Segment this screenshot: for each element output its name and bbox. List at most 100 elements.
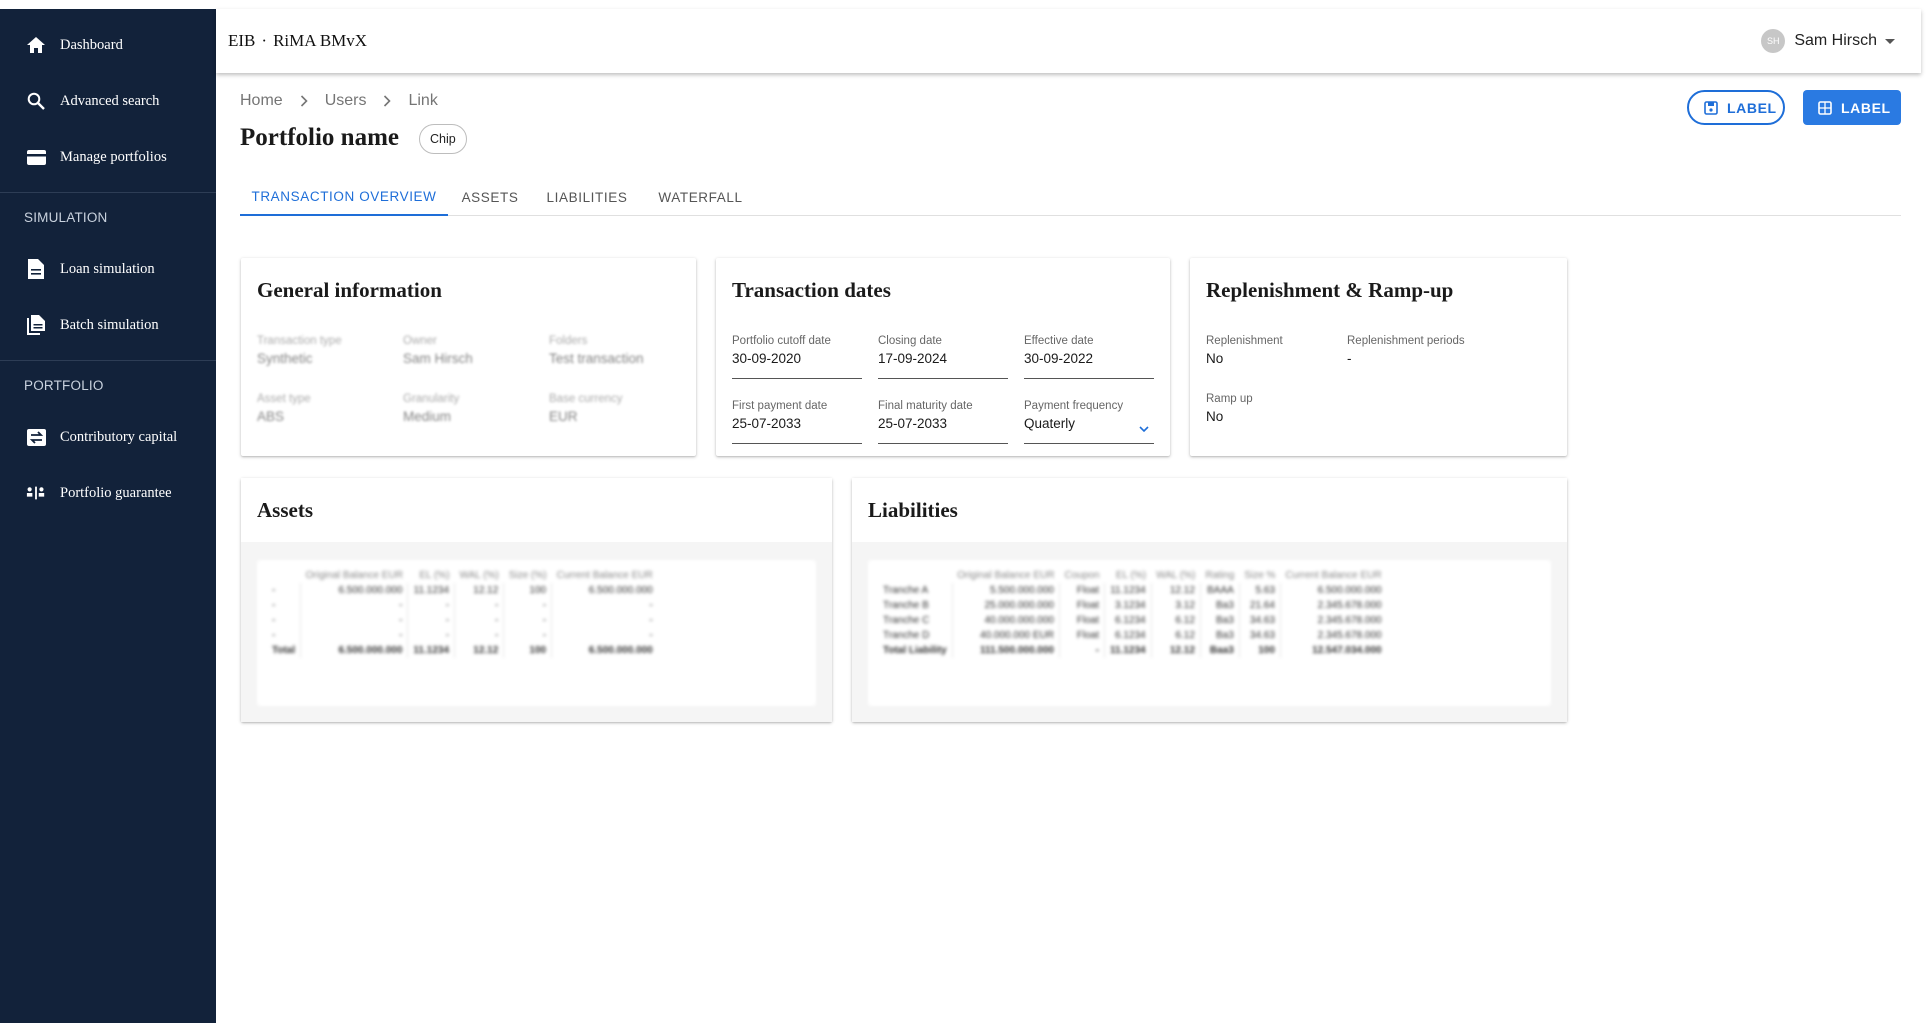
- table-row: Tranche A 5.500.000.000 Float 11.1234 12.12 B…: [878, 583, 1387, 598]
- chevron-down-icon: [1885, 38, 1895, 44]
- sidebar: Dashboard Advanced search Manage portfol…: [0, 9, 216, 1023]
- breadcrumb-link[interactable]: Link: [408, 92, 437, 110]
- field-asset-type: Asset type ABS: [257, 393, 311, 424]
- table-cell: -: [503, 628, 552, 643]
- table-cell: 11.1234: [407, 643, 455, 658]
- transaction-dates-card: Transaction dates Portfolio cutoff date …: [716, 258, 1170, 456]
- table-cell: 40.000.000 EUR: [951, 628, 1060, 643]
- assets-card: Assets Original Balance EUR EL (%) WAL (%)…: [241, 478, 832, 722]
- table-cell: 100: [1238, 643, 1281, 658]
- breadcrumb-users[interactable]: Users: [325, 92, 367, 110]
- table-row: ------: [267, 628, 658, 643]
- liabilities-table-grid: Original Balance EUR Coupon EL (%) WAL (%) R…: [878, 568, 1387, 658]
- sidebar-item-batch-simulation[interactable]: Batch simulation: [0, 303, 216, 347]
- field-owner: Owner Sam Hirsch: [403, 335, 473, 366]
- table-row: Tranche D 40.000.000 EUR Float 6.1234 6.12 Ba…: [878, 628, 1387, 643]
- table-cell: 34.63: [1238, 628, 1281, 643]
- table-cell: 12.12: [454, 583, 504, 598]
- table-cell: -: [300, 598, 408, 613]
- table-cell: 21.64: [1238, 598, 1281, 613]
- column-header: Original Balance EUR: [305, 570, 403, 581]
- sidebar-item-portfolio-guarantee[interactable]: Portfolio guarantee: [0, 471, 216, 515]
- table-cell: 6.12: [1150, 613, 1201, 628]
- sidebar-item-manage-portfolios[interactable]: Manage portfolios: [0, 135, 216, 179]
- field-value: -: [1347, 351, 1352, 366]
- first-payment-date-field[interactable]: First payment date 25-07-2033: [732, 400, 862, 444]
- table-cell: 2.345.678.000: [1279, 598, 1387, 613]
- page-title: Portfolio name: [240, 124, 399, 151]
- table-cell: Total: [272, 645, 296, 656]
- wallet-icon: [26, 147, 46, 167]
- table-cell: 100: [503, 583, 552, 598]
- field-replenishment: Replenishment No: [1206, 335, 1283, 366]
- effective-date-field[interactable]: Effective date 30-09-2022: [1024, 335, 1154, 379]
- sidebar-item-label: Dashboard: [60, 36, 123, 53]
- sidebar-item-dashboard[interactable]: Dashboard: [0, 23, 216, 67]
- table-row: Tranche B 25.000.000.000 Float 3.1234 3.12 Ba…: [878, 598, 1387, 613]
- field-label: Granularity: [403, 393, 460, 405]
- tab-liabilities[interactable]: LIABILITIES: [532, 178, 642, 216]
- closing-date-field[interactable]: Closing date 17-09-2024: [878, 335, 1008, 379]
- chip[interactable]: Chip: [419, 124, 467, 154]
- home-icon: [26, 35, 46, 55]
- table-cell: -: [503, 613, 552, 628]
- table-cell: -: [454, 613, 504, 628]
- tab-transaction-overview[interactable]: TRANSACTION OVERVIEW: [240, 178, 448, 216]
- final-maturity-date-field[interactable]: Final maturity date 25-07-2033: [878, 400, 1008, 444]
- table-cell: 40.000.000.000: [951, 613, 1060, 628]
- tab-waterfall[interactable]: WATERFALL: [642, 178, 759, 216]
- field-label: Final maturity date: [878, 400, 973, 412]
- table-cell: 6.500.000.000: [1279, 583, 1387, 598]
- table-cell: 5.63: [1238, 583, 1281, 598]
- field-value: 17-09-2024: [878, 351, 948, 366]
- table-cell: Baa3: [1199, 643, 1240, 658]
- tab-assets[interactable]: ASSETS: [448, 178, 532, 216]
- sidebar-item-label: Batch simulation: [60, 316, 159, 333]
- sidebar-item-contributory-capital[interactable]: Contributory capital: [0, 415, 216, 459]
- column-header: Size (%): [508, 570, 547, 581]
- table-row: Total Liability 111.500.000.000-11.1234 12…: [878, 643, 1387, 658]
- table-cell: 6.500.000.000: [300, 583, 408, 598]
- table-cell: -: [551, 613, 658, 628]
- button-label: LABEL: [1727, 99, 1777, 116]
- portfolio-cutoff-date-field[interactable]: Portfolio cutoff date 30-09-2020: [732, 335, 862, 379]
- column-header: Original Balance EUR: [957, 570, 1055, 581]
- sidebar-section-simulation: SIMULATION: [24, 210, 108, 225]
- table-cell: -: [551, 628, 658, 643]
- table-cell: 11.1234: [1104, 643, 1152, 658]
- table-row: Tranche C 40.000.000.000 Float 6.1234 6.12 Ba…: [878, 613, 1387, 628]
- sidebar-divider: [0, 360, 216, 361]
- field-label: Effective date: [1024, 335, 1094, 347]
- breadcrumb-home[interactable]: Home: [240, 92, 283, 110]
- liabilities-card: Liabilities Original Balance EUR Coupon EL…: [852, 478, 1567, 722]
- table-cell: Float: [1058, 613, 1105, 628]
- column-header: WAL (%): [1156, 570, 1196, 581]
- field-label: Owner: [403, 335, 437, 347]
- sidebar-item-loan-simulation[interactable]: Loan simulation: [0, 247, 216, 291]
- column-header: EL (%): [419, 570, 450, 581]
- field-value: EUR: [549, 409, 578, 424]
- sidebar-item-label: Manage portfolios: [60, 148, 167, 165]
- payment-frequency-select[interactable]: Payment frequency Quaterly: [1024, 400, 1154, 444]
- app-bar: EIB · RiMA BMvX SH Sam Hirsch: [216, 9, 1921, 73]
- card-header: [852, 478, 1567, 542]
- field-value: 30-09-2020: [732, 351, 802, 366]
- app-name: RiMA BMvX: [273, 31, 368, 50]
- column-header: Current Balance EUR: [556, 570, 653, 581]
- breadcrumb: Home Users Link: [240, 92, 438, 110]
- sidebar-item-advanced-search[interactable]: Advanced search: [0, 79, 216, 123]
- field-label: Payment frequency: [1024, 400, 1124, 412]
- table-row: ------: [267, 613, 658, 628]
- user-menu[interactable]: SH Sam Hirsch: [1761, 29, 1895, 53]
- sidebar-item-label: Advanced search: [60, 92, 160, 109]
- contained-label-button[interactable]: LABEL: [1803, 90, 1901, 125]
- field-value: No: [1206, 409, 1224, 424]
- sidebar-item-label: Loan simulation: [60, 260, 155, 277]
- table-cell: 2.345.678.000: [1279, 613, 1387, 628]
- table-cell: -: [407, 613, 455, 628]
- sidebar-divider: [0, 192, 216, 193]
- table-cell: Float: [1058, 598, 1105, 613]
- table-cell: Float: [1058, 628, 1105, 643]
- table-cell: 3.1234: [1104, 598, 1152, 613]
- outlined-label-button[interactable]: LABEL: [1687, 90, 1785, 125]
